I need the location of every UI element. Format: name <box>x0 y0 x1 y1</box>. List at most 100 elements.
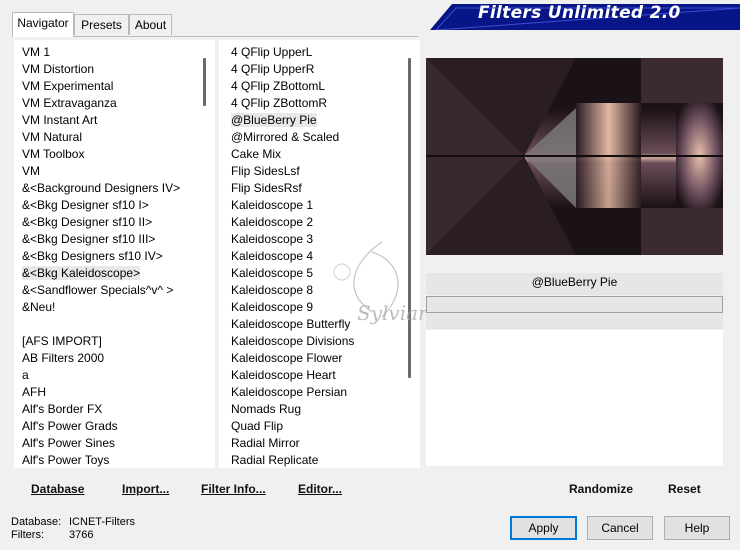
filter-item[interactable]: Flip SidesRsf <box>231 180 302 197</box>
filter-item-label: 4 QFlip UpperR <box>231 62 315 76</box>
category-item-label: VM 1 <box>22 45 51 59</box>
slider-row-empty[interactable] <box>426 432 723 450</box>
filter-item[interactable]: @Mirrored & Scaled <box>231 129 339 146</box>
filter-item[interactable]: Flip SidesLsf <box>231 163 300 180</box>
category-item[interactable]: VM 1 <box>22 44 50 61</box>
filter-item-label: Flip SidesRsf <box>231 181 302 195</box>
category-item[interactable]: AFH <box>22 384 46 401</box>
apply-button[interactable]: Apply <box>510 516 577 540</box>
category-item[interactable]: VM Toolbox <box>22 146 84 163</box>
slider-row-empty[interactable] <box>426 449 723 467</box>
filter-item-label: 4 QFlip ZBottomL <box>231 79 326 93</box>
filter-item[interactable]: Kaleidoscope 9 <box>231 299 313 316</box>
help-button[interactable]: Help <box>664 516 730 540</box>
filter-item[interactable]: Kaleidoscope 8 <box>231 282 313 299</box>
category-item-label: &<Background Designers IV> <box>22 181 181 195</box>
category-item-label: AFH <box>22 385 46 399</box>
filter-item[interactable]: Kaleidoscope Flower <box>231 350 342 367</box>
category-item[interactable]: Alf's Border FX <box>22 401 102 418</box>
selected-filter-name: @BlueBerry Pie <box>531 275 618 289</box>
category-item-label: &Neu! <box>22 300 56 314</box>
filter-item[interactable]: Kaleidoscope Heart <box>231 367 336 384</box>
category-item[interactable]: &<Bkg Kaleidoscope> <box>22 265 141 282</box>
category-item[interactable]: &Neu! <box>22 299 55 316</box>
filter-item[interactable]: Kaleidoscope 5 <box>231 265 313 282</box>
filters-count-value: 3766 <box>69 529 94 541</box>
category-item[interactable]: &<Bkg Designer sf10 III> <box>22 231 155 248</box>
category-item-label: &<Bkg Designer sf10 I> <box>22 198 149 212</box>
slider-row-2[interactable] <box>426 313 723 329</box>
category-item-label: VM Instant Art <box>22 113 98 127</box>
category-scrollbar[interactable] <box>198 40 215 468</box>
database-label: Database: <box>11 516 62 528</box>
cancel-button[interactable]: Cancel <box>587 516 653 540</box>
filter-item[interactable]: 4 QFlip ZBottomR <box>231 95 327 112</box>
category-item[interactable]: a <box>22 367 29 384</box>
filter-item[interactable]: Kaleidoscope 1 <box>231 197 313 214</box>
slider-row-empty[interactable] <box>426 381 723 399</box>
reset-button[interactable]: Reset <box>668 480 701 498</box>
category-item[interactable]: &<Background Designers IV> <box>22 180 180 197</box>
category-item[interactable]: [AFS IMPORT] <box>22 333 102 350</box>
filter-item[interactable]: Nomads Rug <box>231 401 301 418</box>
filter-item[interactable]: Kaleidoscope Divisions <box>231 333 354 350</box>
slider-row-empty[interactable] <box>426 415 723 433</box>
category-item-label: &<Bkg Designers sf10 IV> <box>22 249 163 263</box>
filter-item-label: Kaleidoscope 2 <box>231 215 314 229</box>
slider-row-1[interactable] <box>426 296 723 313</box>
category-item[interactable]: &<Bkg Designer sf10 I> <box>22 197 149 214</box>
filter-item-label: Kaleidoscope 9 <box>231 300 314 314</box>
app-title: Filters Unlimited 2.0 <box>478 3 681 23</box>
slider-row-empty[interactable] <box>426 364 723 382</box>
category-item[interactable]: Alf's Power Toys <box>22 452 109 468</box>
category-item-label: Alf's Border FX <box>22 402 103 416</box>
tab-presets[interactable]: Presets <box>74 14 129 35</box>
filter-item[interactable]: 4 QFlip UpperL <box>231 44 312 61</box>
category-item[interactable]: VM Instant Art <box>22 112 97 129</box>
category-item[interactable]: Alf's Power Grads <box>22 418 118 435</box>
category-item[interactable]: Alf's Power Sines <box>22 435 115 452</box>
filter-item-label: Kaleidoscope Flower <box>231 351 343 365</box>
category-item-label: VM Extravaganza <box>22 96 117 110</box>
category-scroll-thumb[interactable] <box>203 58 206 106</box>
filter-item[interactable]: Radial Mirror <box>231 435 300 452</box>
filter-item[interactable]: Kaleidoscope Persian <box>231 384 347 401</box>
editor-button[interactable]: Editor... <box>298 480 342 498</box>
filter-item[interactable]: Cake Mix <box>231 146 281 163</box>
slider-row-empty[interactable] <box>426 398 723 416</box>
import-button[interactable]: Import... <box>122 480 169 498</box>
category-item-label: VM Experimental <box>22 79 114 93</box>
slider-row-empty[interactable] <box>426 347 723 365</box>
randomize-button[interactable]: Randomize <box>569 480 633 498</box>
filter-item[interactable]: Kaleidoscope 4 <box>231 248 313 265</box>
filter-item[interactable]: Radial Replicate <box>231 452 318 468</box>
category-list[interactable]: VM 1 VM Distortion VM Experimental VM Extra… <box>14 40 198 468</box>
filter-item[interactable]: Kaleidoscope 2 <box>231 214 313 231</box>
filter-item[interactable]: @BlueBerry Pie <box>231 112 317 129</box>
filter-item-label: Kaleidoscope Persian <box>231 385 348 399</box>
slider-row-empty[interactable] <box>426 330 723 348</box>
category-item[interactable]: VM Extravaganza <box>22 95 117 112</box>
filter-item-label: 4 QFlip UpperL <box>231 45 313 59</box>
filter-item[interactable]: Quad Flip <box>231 418 283 435</box>
category-item[interactable]: &<Bkg Designer sf10 II> <box>22 214 152 231</box>
filter-item[interactable]: 4 QFlip ZBottomL <box>231 78 325 95</box>
category-item-label: VM Toolbox <box>22 147 85 161</box>
filter-item-label: Quad Flip <box>231 419 284 433</box>
category-item[interactable]: &<Sandflower Specials^v^ > <box>22 282 173 299</box>
category-item[interactable]: VM Natural <box>22 129 82 146</box>
filter-item[interactable]: 4 QFlip UpperR <box>231 61 314 78</box>
database-button[interactable]: Database <box>31 480 84 498</box>
filter-item[interactable]: Kaleidoscope 3 <box>231 231 313 248</box>
category-item[interactable]: AB Filters 2000 <box>22 350 104 367</box>
filter-info-button[interactable]: Filter Info... <box>201 480 266 498</box>
category-item-label: a <box>22 368 29 382</box>
category-item-label: VM <box>22 164 40 178</box>
tab-about[interactable]: About <box>129 14 172 35</box>
category-item[interactable]: VM Distortion <box>22 61 94 78</box>
category-item[interactable]: VM Experimental <box>22 78 113 95</box>
category-item[interactable]: &<Bkg Designers sf10 IV> <box>22 248 163 265</box>
filter-item-label: Kaleidoscope 1 <box>231 198 314 212</box>
tab-navigator[interactable]: Navigator <box>12 12 74 37</box>
category-item[interactable]: VM <box>22 163 40 180</box>
